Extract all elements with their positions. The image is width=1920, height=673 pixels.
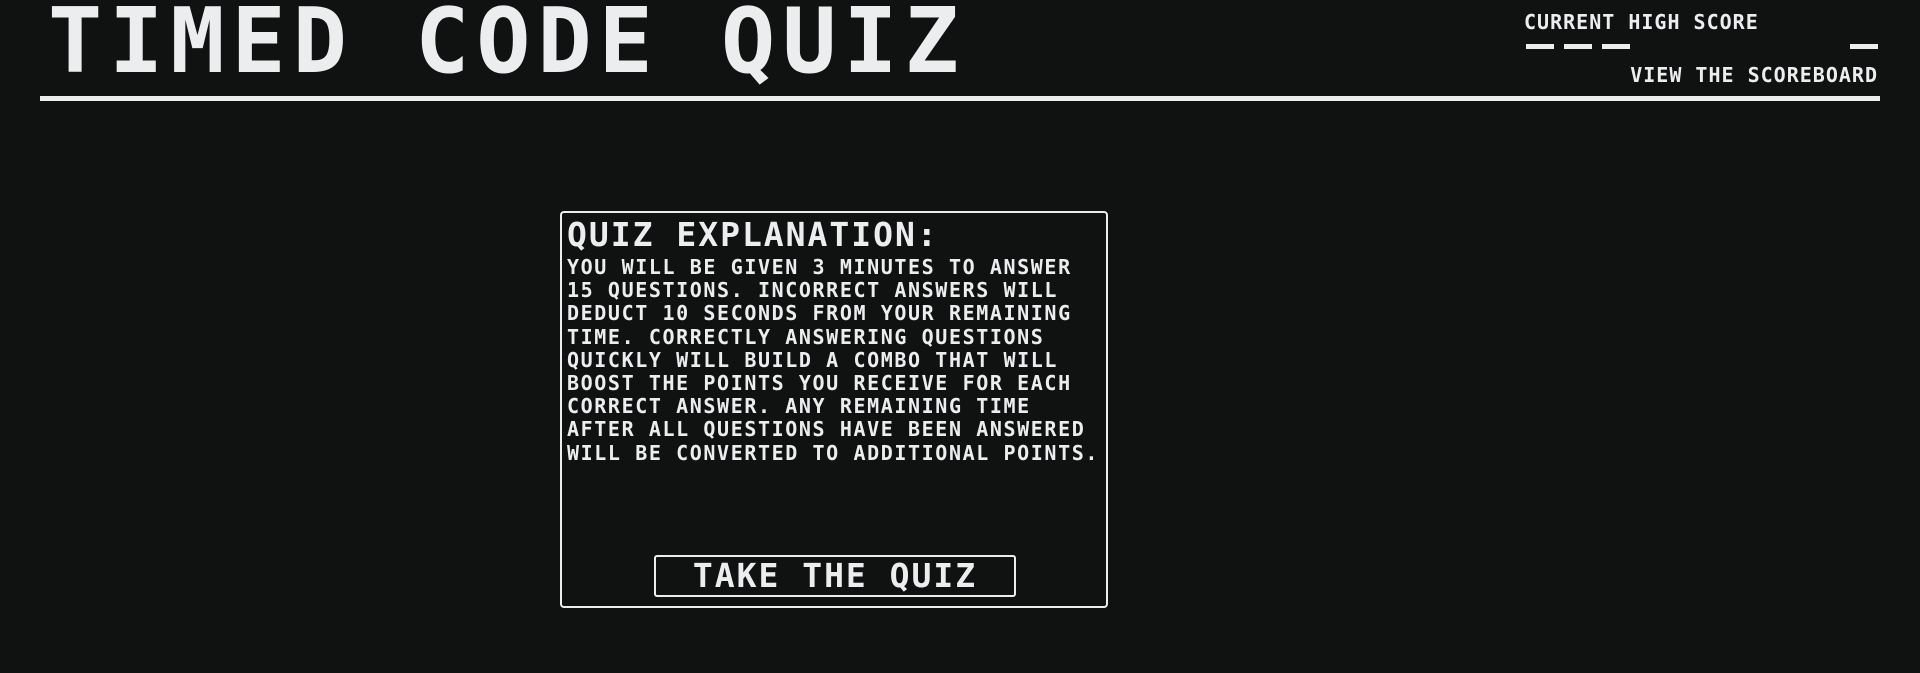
quiz-start-page: TIMED CODE QUIZ CURRENT HIGH SCORE VIEW … xyxy=(0,0,1920,673)
high-score-value xyxy=(1526,44,1878,50)
page-title: TIMED CODE QUIZ xyxy=(48,0,966,94)
high-score-panel: CURRENT HIGH SCORE VIEW THE SCOREBOARD xyxy=(1510,8,1880,88)
view-scoreboard-link[interactable]: VIEW THE SCOREBOARD xyxy=(1630,63,1878,87)
high-score-placeholder-dash xyxy=(1564,44,1592,49)
quiz-explanation-card: QUIZ EXPLANATION: YOU WILL BE GIVEN 3 MI… xyxy=(560,211,1108,608)
high-score-placeholder-dash xyxy=(1602,44,1630,49)
high-score-label: CURRENT HIGH SCORE xyxy=(1524,10,1759,34)
high-score-placeholder-dash xyxy=(1526,44,1554,49)
take-quiz-button[interactable]: TAKE THE QUIZ xyxy=(654,555,1016,597)
header-divider xyxy=(40,96,1880,101)
quiz-explanation-text: YOU WILL BE GIVEN 3 MINUTES TO ANSWER 15… xyxy=(567,255,1099,465)
high-score-placeholder-dash xyxy=(1850,44,1878,49)
page-header: TIMED CODE QUIZ CURRENT HIGH SCORE VIEW … xyxy=(40,0,1880,102)
quiz-explanation-heading: QUIZ EXPLANATION: xyxy=(567,215,939,254)
